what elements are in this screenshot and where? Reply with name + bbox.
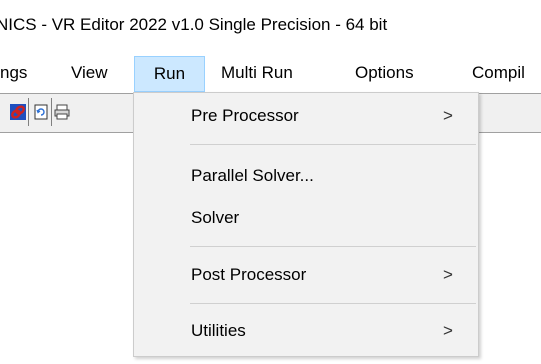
chevron-right-icon: > xyxy=(443,265,453,284)
refresh-document-icon xyxy=(34,104,48,120)
menu-item-utilities[interactable]: Utilities > xyxy=(134,309,478,353)
menu-multi-run[interactable]: Multi Run xyxy=(221,56,293,90)
toolbar-button-print[interactable] xyxy=(53,98,70,126)
menu-item-label: Post Processor xyxy=(191,265,307,284)
menu-item-label: Solver xyxy=(191,208,240,227)
toolbar-button-refresh[interactable] xyxy=(30,98,52,126)
menu-item-parallel-solver[interactable]: Parallel Solver... xyxy=(134,154,478,198)
menu-item-pre-processor[interactable]: Pre Processor > xyxy=(134,94,478,138)
menu-run[interactable]: Run xyxy=(134,56,205,92)
run-menu-dropdown: Pre Processor > Parallel Solver... Solve… xyxy=(133,92,479,357)
menu-options[interactable]: Options xyxy=(355,56,414,90)
menu-separator xyxy=(190,246,476,247)
menu-item-label: Pre Processor xyxy=(191,106,299,125)
menu-separator xyxy=(190,303,476,304)
red-link-icon xyxy=(10,104,26,120)
menu-view[interactable]: View xyxy=(71,56,108,90)
menu-item-solver[interactable]: Solver xyxy=(134,196,478,240)
title-bar: NICS - VR Editor 2022 v1.0 Single Precis… xyxy=(0,0,541,56)
print-icon xyxy=(54,104,70,120)
window-title: NICS - VR Editor 2022 v1.0 Single Precis… xyxy=(0,15,388,34)
menu-item-label: Parallel Solver... xyxy=(191,166,314,185)
menu-compile[interactable]: Compil xyxy=(472,56,525,90)
chevron-right-icon: > xyxy=(443,321,453,340)
chevron-right-icon: > xyxy=(443,106,453,125)
menu-settings[interactable]: ngs xyxy=(0,56,27,90)
menu-bar: ngs View Run Multi Run Options Compil xyxy=(0,56,541,92)
toolbar-button-link[interactable] xyxy=(7,98,29,126)
menu-item-label: Utilities xyxy=(191,321,246,340)
menu-item-post-processor[interactable]: Post Processor > xyxy=(134,253,478,297)
menu-separator xyxy=(190,144,476,145)
